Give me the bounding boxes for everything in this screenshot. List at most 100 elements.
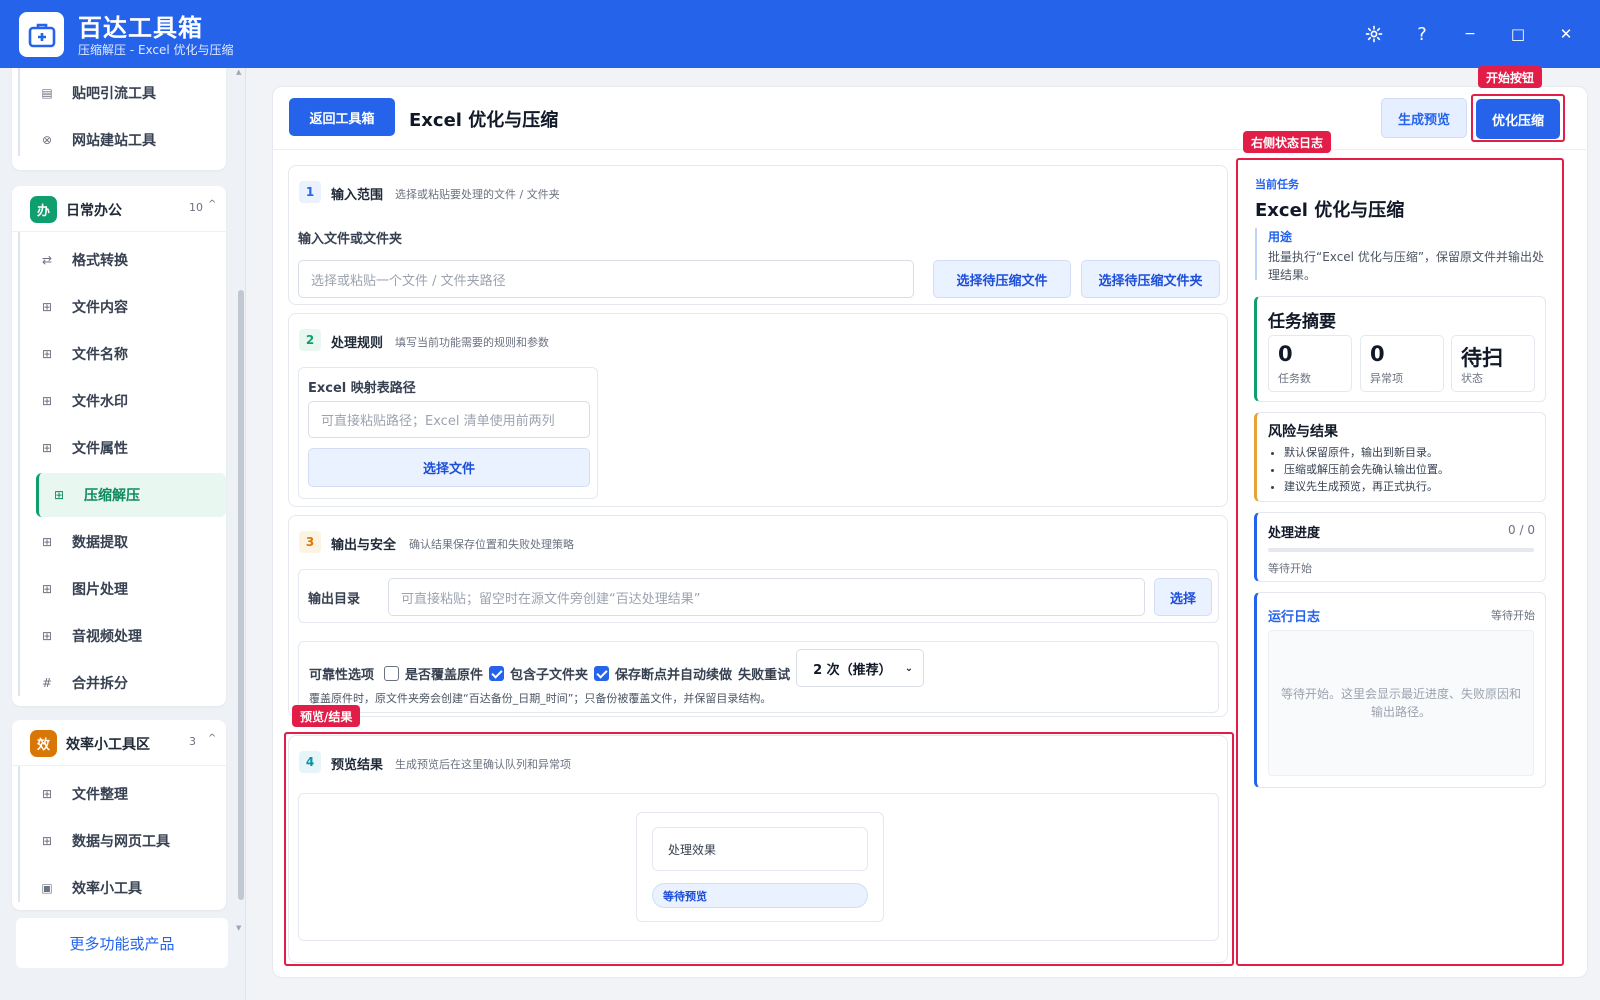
field-label: Excel 映射表路径 bbox=[308, 381, 416, 396]
grid-icon: ⊞ bbox=[53, 488, 65, 502]
reliability-row: 可靠性选项 是否覆盖原件 包含子文件夹 保存断点并自动续做 失败重试 2 次（推… bbox=[309, 649, 925, 687]
minimize-button[interactable]: − bbox=[1452, 18, 1488, 50]
output-dir-card: 输出目录 可直接粘贴；留空时在源文件旁创建“百达处理结果” 选择 bbox=[298, 569, 1219, 623]
output-dir-field[interactable]: 可直接粘贴；留空时在源文件旁创建“百达处理结果” bbox=[388, 578, 1145, 616]
title-bar: 百达工具箱 压缩解压 - Excel 优化与压缩 ? − □ ✕ bbox=[0, 0, 1600, 68]
section-desc: 确认结果保存位置和失败处理策略 bbox=[409, 538, 574, 551]
settings-button[interactable] bbox=[1356, 18, 1392, 50]
scroll-thumb[interactable] bbox=[238, 290, 244, 900]
app-name: 百达工具箱 bbox=[78, 14, 203, 42]
sidebar-item-tieba[interactable]: ▤ 贴吧引流工具 bbox=[24, 71, 224, 115]
sidebar-item-website[interactable]: ⊗ 网站建站工具 bbox=[24, 118, 224, 162]
sidebar-item-extract[interactable]: ⊞ 数据提取 bbox=[24, 520, 224, 564]
grid-icon: ⊞ bbox=[41, 347, 53, 361]
group-title: 日常办公 bbox=[66, 203, 122, 219]
sidebar-item-image[interactable]: ⊞ 图片处理 bbox=[24, 567, 224, 611]
section-output: 3 输出与安全 确认结果保存位置和失败处理策略 输出目录 可直接粘贴；留空时在源… bbox=[288, 515, 1228, 717]
step-number: 2 bbox=[299, 329, 321, 351]
grid-icon: ⊞ bbox=[41, 300, 53, 314]
sidebar-item-compress[interactable]: ⊞ 压缩解压 bbox=[36, 473, 226, 517]
scroll-down-arrow[interactable]: ▼ bbox=[236, 924, 241, 932]
more-features-link[interactable]: 更多功能或产品 bbox=[16, 918, 228, 968]
sidebar-scrollbar[interactable]: ▲ ▼ bbox=[234, 68, 245, 1000]
step-number: 1 bbox=[299, 181, 321, 203]
globe-icon: ⊗ bbox=[41, 133, 53, 147]
grid-icon: ⊞ bbox=[41, 535, 53, 549]
grid-icon: ⊞ bbox=[41, 834, 53, 848]
chevron-down-icon: ⌄ bbox=[904, 662, 914, 674]
resume-label: 保存断点并自动续做 bbox=[615, 667, 733, 683]
select-folder-button[interactable]: 选择待压缩文件夹 bbox=[1081, 260, 1220, 298]
back-to-toolbox-button[interactable]: 返回工具箱 bbox=[289, 98, 395, 136]
sidebar-item-label: 数据与网页工具 bbox=[72, 834, 170, 850]
mapping-path-field[interactable]: 可直接粘贴路径；Excel 清单使用前两列 bbox=[308, 401, 590, 438]
field-label: 输入文件或文件夹 bbox=[298, 232, 403, 247]
sidebar-item-label: 合并拆分 bbox=[72, 676, 128, 692]
section-input: 1 输入范围 选择或粘贴要处理的文件 / 文件夹 输入文件或文件夹 选择或粘贴一… bbox=[288, 165, 1228, 305]
group-count: 3 bbox=[189, 735, 196, 748]
overwrite-label: 是否覆盖原件 bbox=[405, 667, 484, 683]
header-divider bbox=[272, 149, 1588, 150]
sidebar-item-label: 文件名称 bbox=[72, 347, 128, 363]
group-header-daily[interactable]: 办 日常办公 10 ^ bbox=[12, 186, 226, 232]
section-desc: 选择或粘贴要处理的文件 / 文件夹 bbox=[395, 188, 560, 201]
annotation-preview-result: 预览/结果 bbox=[292, 705, 361, 727]
retry-value: 2 次（推荐） bbox=[813, 662, 892, 678]
section-title: 处理规则 bbox=[331, 336, 384, 351]
sidebar-item-merge[interactable]: # 合并拆分 bbox=[24, 661, 224, 705]
annotation-box-preview bbox=[284, 732, 1234, 966]
subfolders-checkbox[interactable] bbox=[489, 665, 505, 681]
sidebar-item-format[interactable]: ⇄ 格式转换 bbox=[24, 238, 224, 282]
help-button[interactable]: ? bbox=[1404, 18, 1440, 50]
sidebar-item-label: 图片处理 bbox=[72, 582, 128, 598]
sidebar-item-organize[interactable]: ⊞ 文件整理 bbox=[24, 772, 224, 816]
maximize-button[interactable]: □ bbox=[1500, 18, 1536, 50]
sidebar-item-label: 文件属性 bbox=[72, 441, 128, 457]
sidebar-item-label: 文件整理 bbox=[72, 787, 128, 803]
reliability-label: 可靠性选项 bbox=[309, 667, 375, 683]
sidebar-item-label: 音视频处理 bbox=[72, 629, 142, 645]
box-icon: ▣ bbox=[41, 881, 53, 895]
sidebar-item-watermark[interactable]: ⊞ 文件水印 bbox=[24, 379, 224, 423]
annotation-box-start bbox=[1471, 94, 1565, 142]
grid-icon: ⊞ bbox=[41, 787, 53, 801]
overwrite-checkbox[interactable] bbox=[384, 665, 400, 681]
sidebar-item-attributes[interactable]: ⊞ 文件属性 bbox=[24, 426, 224, 470]
document-icon: ▤ bbox=[41, 86, 53, 100]
section-title: 输出与安全 bbox=[331, 538, 397, 553]
resume-checkbox[interactable] bbox=[594, 665, 610, 681]
close-button[interactable]: ✕ bbox=[1548, 18, 1584, 50]
sidebar-item-label: 压缩解压 bbox=[84, 488, 140, 504]
sidebar-item-media[interactable]: ⊞ 音视频处理 bbox=[24, 614, 224, 658]
annotation-start-button: 开始按钮 bbox=[1478, 66, 1543, 88]
generate-preview-button[interactable]: 生成预览 bbox=[1381, 98, 1467, 138]
grid-icon: ⊞ bbox=[41, 441, 53, 455]
window-subtitle: 压缩解压 - Excel 优化与压缩 bbox=[78, 43, 234, 57]
retry-select[interactable]: 2 次（推荐） ⌄ bbox=[796, 649, 925, 687]
toolbox-icon bbox=[19, 12, 64, 57]
select-file-button[interactable]: 选择待压缩文件 bbox=[933, 260, 1071, 298]
sidebar-item-small-tools[interactable]: ▣ 效率小工具 bbox=[24, 866, 224, 910]
section-desc: 填写当前功能需要的规则和参数 bbox=[395, 336, 549, 349]
input-path-field[interactable]: 选择或粘贴一个文件 / 文件夹路径 bbox=[298, 260, 914, 298]
grid-icon: ⊞ bbox=[41, 582, 53, 596]
annotation-box-right-log bbox=[1236, 158, 1564, 966]
select-output-button[interactable]: 选择 bbox=[1154, 578, 1212, 616]
sidebar-item-content[interactable]: ⊞ 文件内容 bbox=[24, 285, 224, 329]
grid-icon: ⊞ bbox=[41, 629, 53, 643]
group-title: 效率小工具区 bbox=[66, 737, 150, 753]
hash-icon: # bbox=[41, 676, 53, 690]
sidebar-group-daily: 办 日常办公 10 ^ ⇄ 格式转换 ⊞ 文件内容 ⊞ 文件名称 ⊞ 文件水印 ⊞ 文件属… bbox=[12, 186, 226, 706]
sidebar-item-label: 数据提取 bbox=[72, 535, 128, 551]
sidebar-item-label: 网站建站工具 bbox=[72, 133, 156, 149]
scroll-up-arrow[interactable]: ▲ bbox=[236, 68, 241, 76]
sidebar-item-label: 文件内容 bbox=[72, 300, 128, 316]
sidebar-item-web-tools[interactable]: ⊞ 数据与网页工具 bbox=[24, 819, 224, 863]
overwrite-note: 覆盖原件时，原文件夹旁会创建“百达备份_日期_时间”；只备份被覆盖文件，并保留目… bbox=[309, 692, 772, 705]
grid-icon: ⊞ bbox=[41, 394, 53, 408]
group-header-efficiency[interactable]: 效 效率小工具区 3 ^ bbox=[12, 720, 226, 766]
select-mapping-file-button[interactable]: 选择文件 bbox=[308, 448, 590, 487]
subfolders-label: 包含子文件夹 bbox=[510, 667, 589, 683]
sidebar-item-filename[interactable]: ⊞ 文件名称 bbox=[24, 332, 224, 376]
group-badge: 办 bbox=[30, 196, 57, 223]
